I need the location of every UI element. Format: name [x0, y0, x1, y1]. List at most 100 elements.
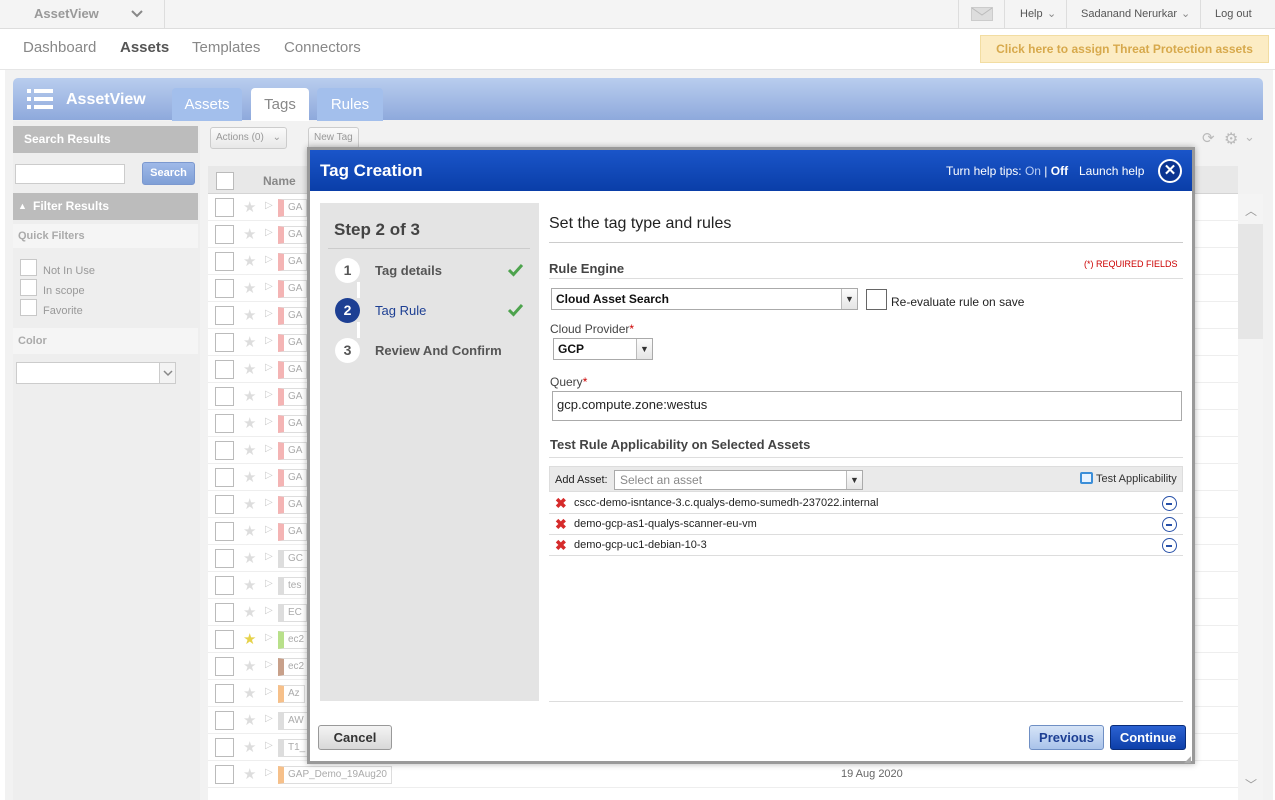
favorite-star-icon[interactable]: ★ — [243, 549, 256, 567]
expand-triangle-icon[interactable]: ▷ — [265, 497, 273, 508]
tag-name[interactable]: tes — [278, 577, 307, 595]
step-review-confirm[interactable]: 3 Review And Confirm — [335, 338, 530, 364]
scroll-down-icon[interactable]: ﹀ — [1245, 776, 1257, 793]
expand-triangle-icon[interactable]: ▷ — [265, 713, 273, 724]
search-button[interactable]: Search — [142, 162, 195, 185]
row-checkbox[interactable] — [215, 522, 234, 541]
expand-triangle-icon[interactable]: ▷ — [265, 254, 273, 265]
expand-triangle-icon[interactable]: ▷ — [265, 551, 273, 562]
expand-triangle-icon[interactable]: ▷ — [265, 632, 273, 643]
expand-triangle-icon[interactable]: ▷ — [265, 578, 273, 589]
gear-icon[interactable]: ⚙ — [1224, 129, 1238, 149]
refresh-icon[interactable]: ⟳ — [1202, 129, 1215, 147]
tag-name[interactable]: AW — [278, 712, 309, 730]
row-checkbox[interactable] — [215, 765, 234, 784]
actions-dropdown[interactable]: Actions (0) ⌄ — [210, 127, 287, 149]
expand-triangle-icon[interactable]: ▷ — [265, 227, 273, 238]
name-column-header[interactable]: Name — [263, 174, 296, 188]
tag-name[interactable]: GA — [278, 199, 308, 217]
row-checkbox[interactable] — [215, 630, 234, 649]
reevaluate-checkbox[interactable] — [866, 289, 887, 310]
favorite-star-icon[interactable]: ★ — [243, 441, 256, 459]
launch-help-link[interactable]: Launch help — [1079, 164, 1144, 178]
favorite-star-icon[interactable]: ★ — [243, 414, 256, 432]
tab-assets[interactable]: Assets — [172, 88, 242, 121]
expand-triangle-icon[interactable]: ▷ — [265, 443, 273, 454]
expand-triangle-icon[interactable]: ▷ — [265, 362, 273, 373]
row-checkbox[interactable] — [215, 279, 234, 298]
favorite-star-icon[interactable]: ★ — [243, 630, 256, 648]
row-checkbox[interactable] — [215, 360, 234, 379]
tag-name[interactable]: Az — [278, 685, 305, 703]
row-checkbox[interactable] — [215, 549, 234, 568]
filter-results-header[interactable]: ▲ Filter Results — [13, 193, 198, 220]
nav-templates[interactable]: Templates — [192, 39, 260, 56]
test-applicability-button[interactable]: Test Applicability — [1080, 472, 1177, 485]
row-checkbox[interactable] — [215, 603, 234, 622]
select-all-checkbox[interactable] — [216, 172, 234, 190]
row-checkbox[interactable] — [215, 495, 234, 514]
tag-name[interactable]: GA — [278, 388, 308, 406]
app-switcher[interactable]: AssetView — [0, 0, 165, 29]
tag-name[interactable]: EC — [278, 604, 307, 622]
user-menu[interactable]: Sadanand Nerurkar ⌄ — [1066, 0, 1200, 29]
remove-icon[interactable] — [1162, 496, 1177, 511]
expand-triangle-icon[interactable]: ▷ — [265, 200, 273, 211]
tag-name[interactable]: GA — [278, 442, 308, 460]
tab-rules[interactable]: Rules — [317, 88, 383, 121]
mail-icon[interactable] — [958, 0, 1004, 29]
previous-button[interactable]: Previous — [1029, 725, 1104, 750]
remove-icon[interactable] — [1162, 517, 1177, 532]
search-input[interactable] — [15, 164, 125, 184]
help-tips-off[interactable]: Off — [1051, 164, 1068, 178]
favorite-star-icon[interactable]: ★ — [243, 603, 256, 621]
expand-triangle-icon[interactable]: ▷ — [265, 281, 273, 292]
resize-handle-icon[interactable]: ◢ — [1184, 754, 1191, 765]
tab-tags[interactable]: Tags — [251, 88, 309, 121]
color-select[interactable] — [16, 362, 176, 384]
filter-checkbox[interactable] — [20, 279, 37, 296]
scroll-thumb[interactable] — [1238, 224, 1263, 339]
row-checkbox[interactable] — [215, 711, 234, 730]
scroll-up-icon[interactable]: ︿ — [1245, 202, 1257, 219]
expand-triangle-icon[interactable]: ▷ — [265, 416, 273, 427]
row-checkbox[interactable] — [215, 684, 234, 703]
nav-dashboard[interactable]: Dashboard — [23, 39, 96, 56]
filter-checkbox[interactable] — [20, 299, 37, 316]
favorite-star-icon[interactable]: ★ — [243, 306, 256, 324]
filter-favorite[interactable]: Favorite — [20, 299, 190, 317]
expand-triangle-icon[interactable]: ▷ — [265, 308, 273, 319]
favorite-star-icon[interactable]: ★ — [243, 738, 256, 756]
favorite-star-icon[interactable]: ★ — [243, 198, 256, 216]
step-tag-rule[interactable]: 2 Tag Rule — [335, 298, 530, 324]
row-checkbox[interactable] — [215, 468, 234, 487]
favorite-star-icon[interactable]: ★ — [243, 576, 256, 594]
tag-name[interactable]: GA — [278, 361, 308, 379]
tag-name[interactable]: GA — [278, 523, 308, 541]
expand-triangle-icon[interactable]: ▷ — [265, 659, 273, 670]
tag-name[interactable]: GA — [278, 334, 308, 352]
favorite-star-icon[interactable]: ★ — [243, 468, 256, 486]
favorite-star-icon[interactable]: ★ — [243, 765, 256, 783]
filter-checkbox[interactable] — [20, 259, 37, 276]
row-checkbox[interactable] — [215, 387, 234, 406]
row-checkbox[interactable] — [215, 738, 234, 757]
tag-name[interactable]: GA — [278, 307, 308, 325]
row-checkbox[interactable] — [215, 198, 234, 217]
favorite-star-icon[interactable]: ★ — [243, 252, 256, 270]
tag-name[interactable]: GA — [278, 280, 308, 298]
tag-name[interactable]: ec2 — [278, 631, 310, 649]
tag-name[interactable]: GA — [278, 496, 308, 514]
row-checkbox[interactable] — [215, 306, 234, 325]
expand-triangle-icon[interactable]: ▷ — [265, 524, 273, 535]
expand-triangle-icon[interactable]: ▷ — [265, 740, 273, 751]
add-asset-select[interactable]: Select an asset ▼ — [614, 470, 863, 490]
tag-name[interactable]: GA — [278, 469, 308, 487]
favorite-star-icon[interactable]: ★ — [243, 333, 256, 351]
help-tips-on[interactable]: On — [1025, 164, 1041, 178]
step-tag-details[interactable]: 1 Tag details — [335, 258, 530, 284]
row-checkbox[interactable] — [215, 333, 234, 352]
tag-name[interactable]: GC — [278, 550, 308, 568]
expand-triangle-icon[interactable]: ▷ — [265, 605, 273, 616]
favorite-star-icon[interactable]: ★ — [243, 225, 256, 243]
